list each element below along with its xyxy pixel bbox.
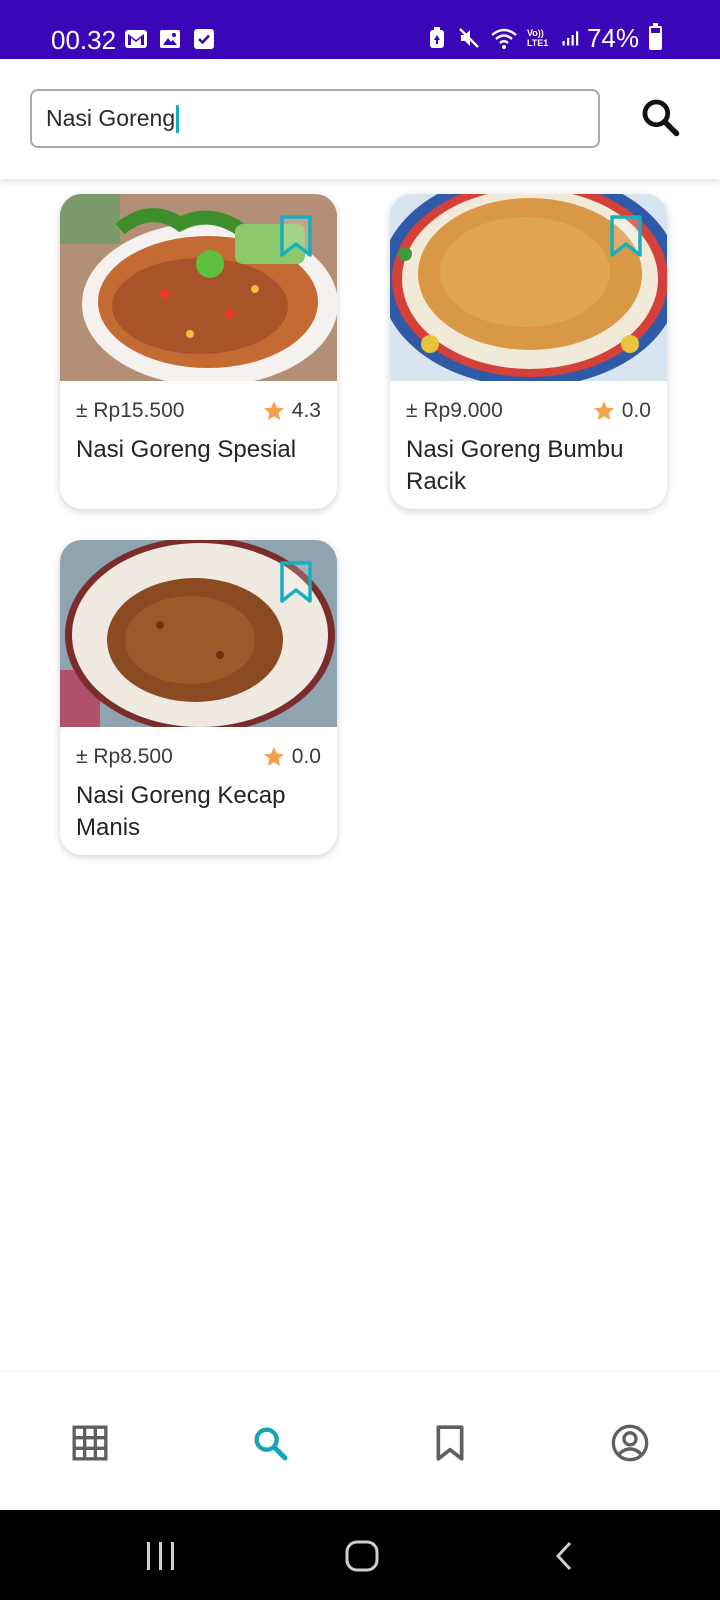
bottom-navigation xyxy=(0,1371,720,1510)
recipe-title: Nasi Goreng Bumbu Racik xyxy=(406,436,624,495)
search-icon xyxy=(254,1427,288,1461)
search-icon[interactable] xyxy=(638,95,682,139)
recipe-meta: ± Rp9.000 0.0 xyxy=(406,396,651,426)
star-icon xyxy=(263,747,284,766)
nav-item-bookmarks[interactable] xyxy=(430,1423,470,1463)
search-query-text: Nasi Goreng xyxy=(46,105,176,131)
wifi-icon xyxy=(491,28,517,49)
status-time: 00.32 xyxy=(51,25,117,55)
account-icon xyxy=(611,1424,649,1462)
recipe-meta: ± Rp15.500 4.3 xyxy=(76,396,321,426)
recipe-price: ± Rp15.500 xyxy=(76,399,185,422)
battery-percent: 74% xyxy=(586,23,639,53)
search-input[interactable]: Nasi Goreng xyxy=(30,89,600,148)
recipe-price: ± Rp8.500 xyxy=(76,745,173,768)
rating-value: 0.0 xyxy=(291,745,321,768)
status-bar: 00.32 Vo)) LTE1 74% xyxy=(0,0,720,59)
signal-icon xyxy=(562,31,579,46)
recipe-card[interactable]: ± Rp9.000 0.0 Nasi Goreng Bumbu Racik xyxy=(390,194,667,509)
recipe-card[interactable]: ± Rp15.500 4.3 Nasi Goreng Spesial xyxy=(60,194,337,509)
recipe-rating: 0.0 xyxy=(262,745,321,769)
nav-item-home[interactable] xyxy=(70,1423,110,1463)
recent-apps-icon[interactable] xyxy=(144,1540,178,1572)
bookmark-icon xyxy=(436,1425,464,1461)
system-navigation-bar xyxy=(0,1510,720,1600)
bookmark-outline-icon[interactable] xyxy=(279,560,313,604)
gmail-icon xyxy=(125,30,147,48)
battery-level-fill xyxy=(651,33,660,48)
text-cursor xyxy=(176,104,180,133)
recipe-meta: ± Rp8.500 0.0 xyxy=(76,742,321,772)
rating-value: 0.0 xyxy=(621,399,651,422)
home-icon[interactable] xyxy=(344,1540,380,1572)
recipe-rating: 0.0 xyxy=(592,399,651,423)
search-header: Nasi Goreng xyxy=(0,59,720,179)
bookmark-outline-icon[interactable] xyxy=(609,214,643,258)
system-status-icons: Vo)) LTE1 74% xyxy=(425,22,662,54)
volte-icon: Vo)) LTE1 xyxy=(526,28,549,48)
star-icon xyxy=(263,401,284,420)
gallery-icon xyxy=(160,30,180,48)
battery-icon xyxy=(649,23,662,50)
nav-item-profile[interactable] xyxy=(610,1423,650,1463)
grid-icon xyxy=(72,1425,108,1461)
battery-saver-icon xyxy=(429,27,444,48)
star-icon xyxy=(593,401,614,420)
recipe-rating: 4.3 xyxy=(262,399,321,423)
recipe-title: Nasi Goreng Spesial xyxy=(76,436,297,463)
back-icon[interactable] xyxy=(552,1540,576,1572)
recipe-price: ± Rp9.000 xyxy=(406,399,503,422)
recipe-title: Nasi Goreng Kecap Manis xyxy=(76,782,286,841)
bookmark-outline-icon[interactable] xyxy=(279,214,313,258)
mute-icon xyxy=(459,28,479,48)
recipe-card[interactable]: ± Rp8.500 0.0 Nasi Goreng Kecap Manis xyxy=(60,540,337,855)
rating-value: 4.3 xyxy=(291,399,321,422)
checkbox-icon xyxy=(194,29,214,49)
nav-item-search[interactable] xyxy=(250,1423,290,1463)
notification-icons xyxy=(124,27,216,51)
